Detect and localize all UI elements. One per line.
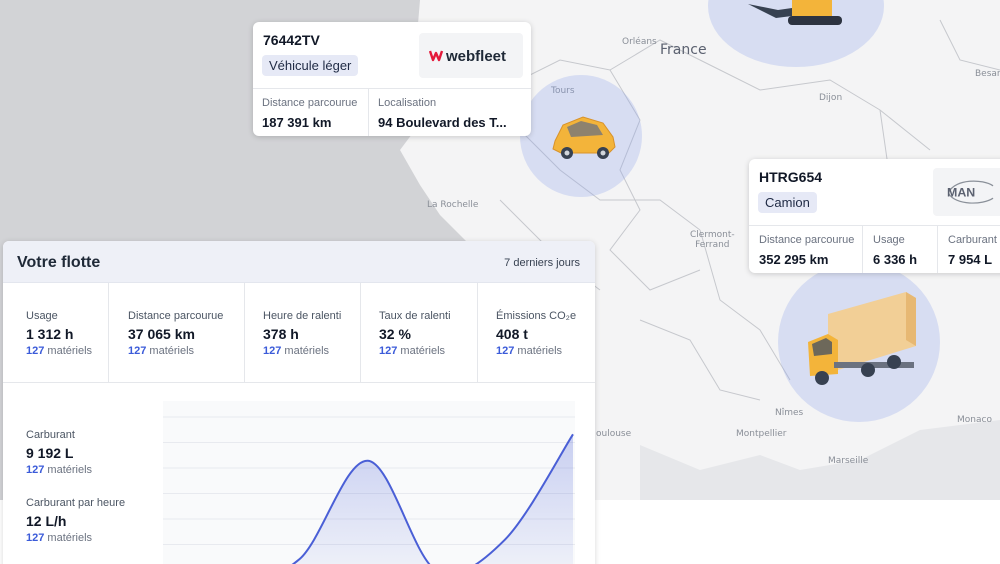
- stat-label: Distance parcourue: [128, 310, 224, 322]
- stat-value: 1 312 h: [26, 326, 74, 342]
- equipment-unit: matériels: [44, 532, 93, 544]
- fleet-stat-emissions[interactable]: Émissions CO₂e 408 t 127 matériels: [478, 283, 595, 383]
- vehicle-plate: 76442TV: [263, 32, 320, 48]
- fleet-summary-panel: Votre flotte 7 derniers jours Usage 1 31…: [3, 241, 595, 564]
- city-label-nimes: Nîmes: [775, 408, 804, 418]
- vehicle-popup-htrg654[interactable]: HTRG654 Camion MAN Distance parcourue 35…: [749, 159, 1000, 273]
- city-label-toulouse: oulouse: [596, 429, 632, 439]
- fleet-stat-fuel[interactable]: Carburant 9 192 L 127 matériels: [26, 429, 92, 476]
- equipment-unit: matériels: [44, 345, 93, 357]
- vehicle-popup-76442tv[interactable]: 76442TV Véhicule léger webfleet Distance…: [253, 22, 531, 136]
- city-label-clermont-ferrand: Clermont- Ferrand: [690, 230, 735, 250]
- popup-stat-distance: Distance parcourue 187 391 km: [262, 97, 357, 130]
- stat-equipment-count: 127 matériels: [128, 345, 194, 357]
- stat-value: 37 065 km: [128, 326, 195, 342]
- fleet-stat-idle-hours[interactable]: Heure de ralenti 378 h 127 matériels: [245, 283, 361, 383]
- stat-value: 32 %: [379, 326, 411, 342]
- popup-stat-usage: Usage 6 336 h: [873, 234, 917, 267]
- popup-stat-location: Localisation 94 Boulevard des T...: [378, 97, 507, 130]
- stat-label: Carburant: [948, 234, 997, 246]
- equipment-count: 127: [263, 345, 282, 357]
- popup-column-divider: [368, 88, 369, 136]
- city-label-monaco: Monaco: [957, 415, 992, 425]
- brand-logo-webfleet: webfleet: [419, 33, 523, 78]
- vehicle-plate: HTRG654: [759, 169, 823, 185]
- fuel-chart-svg: [163, 416, 575, 564]
- fuel-chart[interactable]: [163, 401, 575, 564]
- vehicle-type-badge: Véhicule léger: [262, 55, 359, 76]
- stat-label: Distance parcourue: [262, 97, 358, 109]
- stat-equipment-count: 127 matériels: [263, 345, 329, 357]
- brand-logo-text: MAN: [947, 185, 975, 199]
- stat-value: 7 954 L: [948, 252, 993, 267]
- stat-equipment-count: 127 matériels: [26, 345, 92, 357]
- city-label-la-rochelle: La Rochelle: [427, 200, 479, 210]
- city-label-orleans: Orléans: [622, 37, 657, 47]
- stat-value: 9 192 L: [26, 445, 74, 461]
- equipment-unit: matériels: [44, 464, 93, 476]
- equipment-unit: matériels: [146, 345, 195, 357]
- stat-equipment-count: 127 matériels: [26, 532, 125, 544]
- stat-equipment-count: 127 matériels: [496, 345, 562, 357]
- equipment-count: 127: [26, 464, 45, 476]
- stat-equipment-count: 127 matériels: [26, 464, 92, 476]
- equipment-count: 127: [128, 345, 147, 357]
- popup-divider: [749, 225, 1000, 226]
- stat-value: 352 295 km: [759, 252, 829, 267]
- equipment-count: 127: [496, 345, 515, 357]
- city-label-besancon: Besançon: [975, 69, 1000, 79]
- stat-label: Émissions CO₂e: [496, 310, 577, 322]
- stat-value: 94 Boulevard des T...: [378, 115, 507, 130]
- truck-icon[interactable]: [806, 290, 918, 388]
- fleet-panel-header: Votre flotte 7 derniers jours: [3, 241, 595, 283]
- city-label-dijon: Dijon: [819, 93, 843, 103]
- popup-stat-fuel: Carburant 7 954 L: [948, 234, 997, 267]
- brand-logo-man: MAN: [933, 168, 1000, 216]
- stat-label: Distance parcourue: [759, 234, 855, 246]
- fleet-stat-fuel-per-hour[interactable]: Carburant par heure 12 L/h 127 matériels: [26, 497, 125, 544]
- stat-label: Heure de ralenti: [263, 310, 342, 322]
- fleet-panel-title: Votre flotte: [17, 254, 101, 271]
- popup-column-divider: [862, 225, 863, 273]
- city-label-marseille: Marseille: [828, 456, 869, 466]
- brand-logo-text: webfleet: [445, 48, 506, 65]
- stat-value: 378 h: [263, 326, 299, 342]
- fleet-stat-distance[interactable]: Distance parcourue 37 065 km 127 matérie…: [109, 283, 245, 383]
- stat-value: 12 L/h: [26, 513, 67, 529]
- equipment-count: 127: [26, 345, 45, 357]
- stat-value: 408 t: [496, 326, 528, 342]
- excavator-icon[interactable]: [748, 0, 848, 28]
- stat-equipment-count: 127 matériels: [379, 345, 445, 357]
- period-selector[interactable]: 7 derniers jours: [504, 257, 580, 269]
- stat-value: 187 391 km: [262, 115, 332, 130]
- webfleet-logo: webfleet: [429, 48, 506, 65]
- fleet-stat-usage[interactable]: Usage 1 312 h 127 matériels: [3, 283, 109, 383]
- car-icon[interactable]: [549, 107, 619, 163]
- vehicle-type-badge: Camion: [758, 192, 817, 213]
- equipment-count: 127: [26, 532, 45, 544]
- stat-label: Localisation: [378, 97, 437, 109]
- fleet-stat-idle-rate[interactable]: Taux de ralenti 32 % 127 matériels: [361, 283, 478, 383]
- stat-label: Usage: [873, 234, 905, 246]
- popup-stat-distance: Distance parcourue 352 295 km: [759, 234, 854, 267]
- stat-label: Taux de ralenti: [379, 310, 451, 322]
- equipment-count: 127: [379, 345, 398, 357]
- man-logo: MAN: [947, 180, 994, 204]
- popup-column-divider: [937, 225, 938, 273]
- city-label-montpellier: Montpellier: [736, 429, 787, 439]
- popup-divider: [253, 88, 531, 89]
- country-label-france: France: [660, 42, 707, 58]
- stat-label: Carburant par heure: [26, 497, 126, 509]
- equipment-unit: matériels: [514, 345, 563, 357]
- stat-label: Carburant: [26, 429, 75, 441]
- equipment-unit: matériels: [281, 345, 330, 357]
- equipment-unit: matériels: [397, 345, 446, 357]
- stat-label: Usage: [26, 310, 58, 322]
- stat-value: 6 336 h: [873, 252, 918, 267]
